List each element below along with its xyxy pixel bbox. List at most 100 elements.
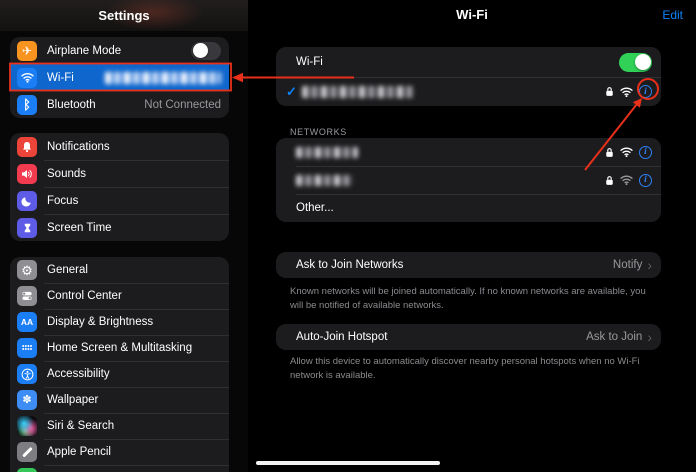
networks-card: i i Other... [276,138,661,222]
speaker-icon [17,163,37,184]
networks-section-header: NETWORKS [290,127,347,137]
wifi-signal-icon [620,175,633,185]
chevron-right-icon: › [647,329,652,345]
sidebar-title: Settings [98,8,150,23]
wifi-toggle[interactable] [619,52,652,72]
home-indicator[interactable] [256,461,440,465]
auto-join-hotspot-row[interactable]: Auto-Join Hotspot Ask to Join › [276,324,661,350]
sidebar-item-label: Apple Pencil [47,446,111,458]
sidebar-item-airplane-mode[interactable]: ✈ Airplane Mode [10,37,229,64]
airplane-mode-toggle[interactable] [191,41,221,60]
settings-sidebar: Settings ✈ Airplane Mode Wi-Fi ᛒ Bluetoo… [0,0,248,472]
sidebar-item-wifi[interactable]: Wi-Fi [10,64,229,91]
network-row[interactable]: i [276,166,661,194]
sidebar-item-accessibility[interactable]: Accessibility [10,361,229,387]
info-icon[interactable]: i [639,145,652,159]
display-brightness-icon: AA [17,312,37,332]
sidebar-titlebar: Settings [0,0,248,31]
ask-to-join-footer: Known networks will be joined automatica… [290,286,646,311]
sidebar-item-label: Siri & Search [47,420,115,432]
sidebar-item-bluetooth[interactable]: ᛒ Bluetooth Not Connected [10,91,229,118]
wifi-settings-pane: Wi-Fi Edit Wi-Fi ✓ i NETWORKS i i Other.… [248,0,696,472]
home-screen-grid-icon [17,338,37,358]
chevron-right-icon: › [647,257,652,273]
toggle-knob [634,54,651,70]
info-icon[interactable]: i [639,173,652,187]
sidebar-group-radios: ✈ Airplane Mode Wi-Fi ᛒ Bluetooth Not Co… [10,37,229,118]
redacted-network-name [105,71,221,84]
flower-icon: ✽ [17,390,37,410]
bell-icon [17,136,37,157]
info-icon[interactable]: i [639,85,652,98]
edit-button[interactable]: Edit [662,8,683,22]
checkmark-icon: ✓ [286,83,297,99]
lock-icon [606,147,613,157]
battery-icon [17,468,37,472]
wifi-signal-icon [620,87,633,97]
page-title: Wi-Fi [456,7,488,22]
auto-join-value: Ask to Join [586,331,643,343]
pencil-icon [17,442,37,462]
network-row-icons: i [605,85,652,98]
network-row-icons: i [605,173,652,187]
moon-icon [17,190,37,211]
sidebar-item-focus[interactable]: Focus [10,187,229,214]
sidebar-item-general[interactable]: ⚙ General [10,257,229,283]
gear-icon: ⚙ [17,260,37,280]
accessibility-icon [17,364,37,384]
wifi-toggle-card: Wi-Fi ✓ i [276,47,661,106]
sidebar-item-label: Sounds [47,167,87,180]
redacted-network-name [296,174,353,186]
auto-join-footer: Allow this device to automatically disco… [290,356,640,381]
sidebar-item-label: Airplane Mode [47,44,122,57]
sidebar-item-siri-search[interactable]: Siri & Search [10,413,229,439]
sidebar-item-next-partial[interactable] [10,465,229,472]
sidebar-item-label: Bluetooth [47,98,96,111]
sidebar-item-label: Wi-Fi [47,71,74,84]
sidebar-item-sounds[interactable]: Sounds [10,160,229,187]
siri-icon [17,416,37,436]
wifi-icon [17,67,37,88]
other-label: Other... [296,202,334,214]
toggle-knob [192,43,208,58]
sidebar-item-label: General [47,264,88,276]
ipad-settings-screen: Settings ✈ Airplane Mode Wi-Fi ᛒ Bluetoo… [0,0,696,472]
wifi-signal-icon [620,147,633,157]
auto-join-hotspot-card: Auto-Join Hotspot Ask to Join › [276,324,661,350]
sidebar-item-notifications[interactable]: Notifications [10,133,229,160]
sidebar-item-label: Display & Brightness [47,316,154,328]
control-center-icon [17,286,37,306]
sidebar-item-display-brightness[interactable]: AA Display & Brightness [10,309,229,335]
sidebar-item-label: Screen Time [47,221,112,234]
network-row[interactable]: i [276,138,661,166]
connected-network-row[interactable]: ✓ i [276,77,661,106]
ask-to-join-value: Notify [612,259,643,271]
sidebar-item-label: Accessibility [47,368,110,380]
sidebar-item-control-center[interactable]: Control Center [10,283,229,309]
sidebar-item-label: Wallpaper [47,394,99,406]
ask-to-join-row[interactable]: Ask to Join Networks Notify › [276,252,661,278]
sidebar-item-label: Home Screen & Multitasking [47,342,193,354]
sidebar-item-label: Focus [47,194,79,207]
lock-icon [606,175,613,185]
bluetooth-status: Not Connected [144,98,221,111]
redacted-network-name [302,85,414,98]
auto-join-label: Auto-Join Hotspot [296,331,388,343]
wifi-toggle-label: Wi-Fi [296,56,323,68]
sidebar-item-wallpaper[interactable]: ✽ Wallpaper [10,387,229,413]
sidebar-item-screen-time[interactable]: Screen Time [10,214,229,241]
lock-icon [606,87,613,96]
sidebar-group-general: ⚙ General Control Center AA Display & Br… [10,257,229,472]
hourglass-icon [17,217,37,238]
other-network-row[interactable]: Other... [276,194,661,222]
ask-to-join-label: Ask to Join Networks [296,259,404,271]
ask-to-join-card: Ask to Join Networks Notify › [276,252,661,278]
network-row-icons: i [605,145,652,159]
sidebar-item-apple-pencil[interactable]: Apple Pencil [10,439,229,465]
redacted-network-name [296,146,358,158]
bluetooth-icon: ᛒ [17,94,37,115]
sidebar-item-home-screen[interactable]: Home Screen & Multitasking [10,335,229,361]
sidebar-group-notifications: Notifications Sounds Focus Screen Time [10,133,229,241]
airplane-icon: ✈ [17,40,37,61]
sidebar-item-label: Notifications [47,140,110,153]
